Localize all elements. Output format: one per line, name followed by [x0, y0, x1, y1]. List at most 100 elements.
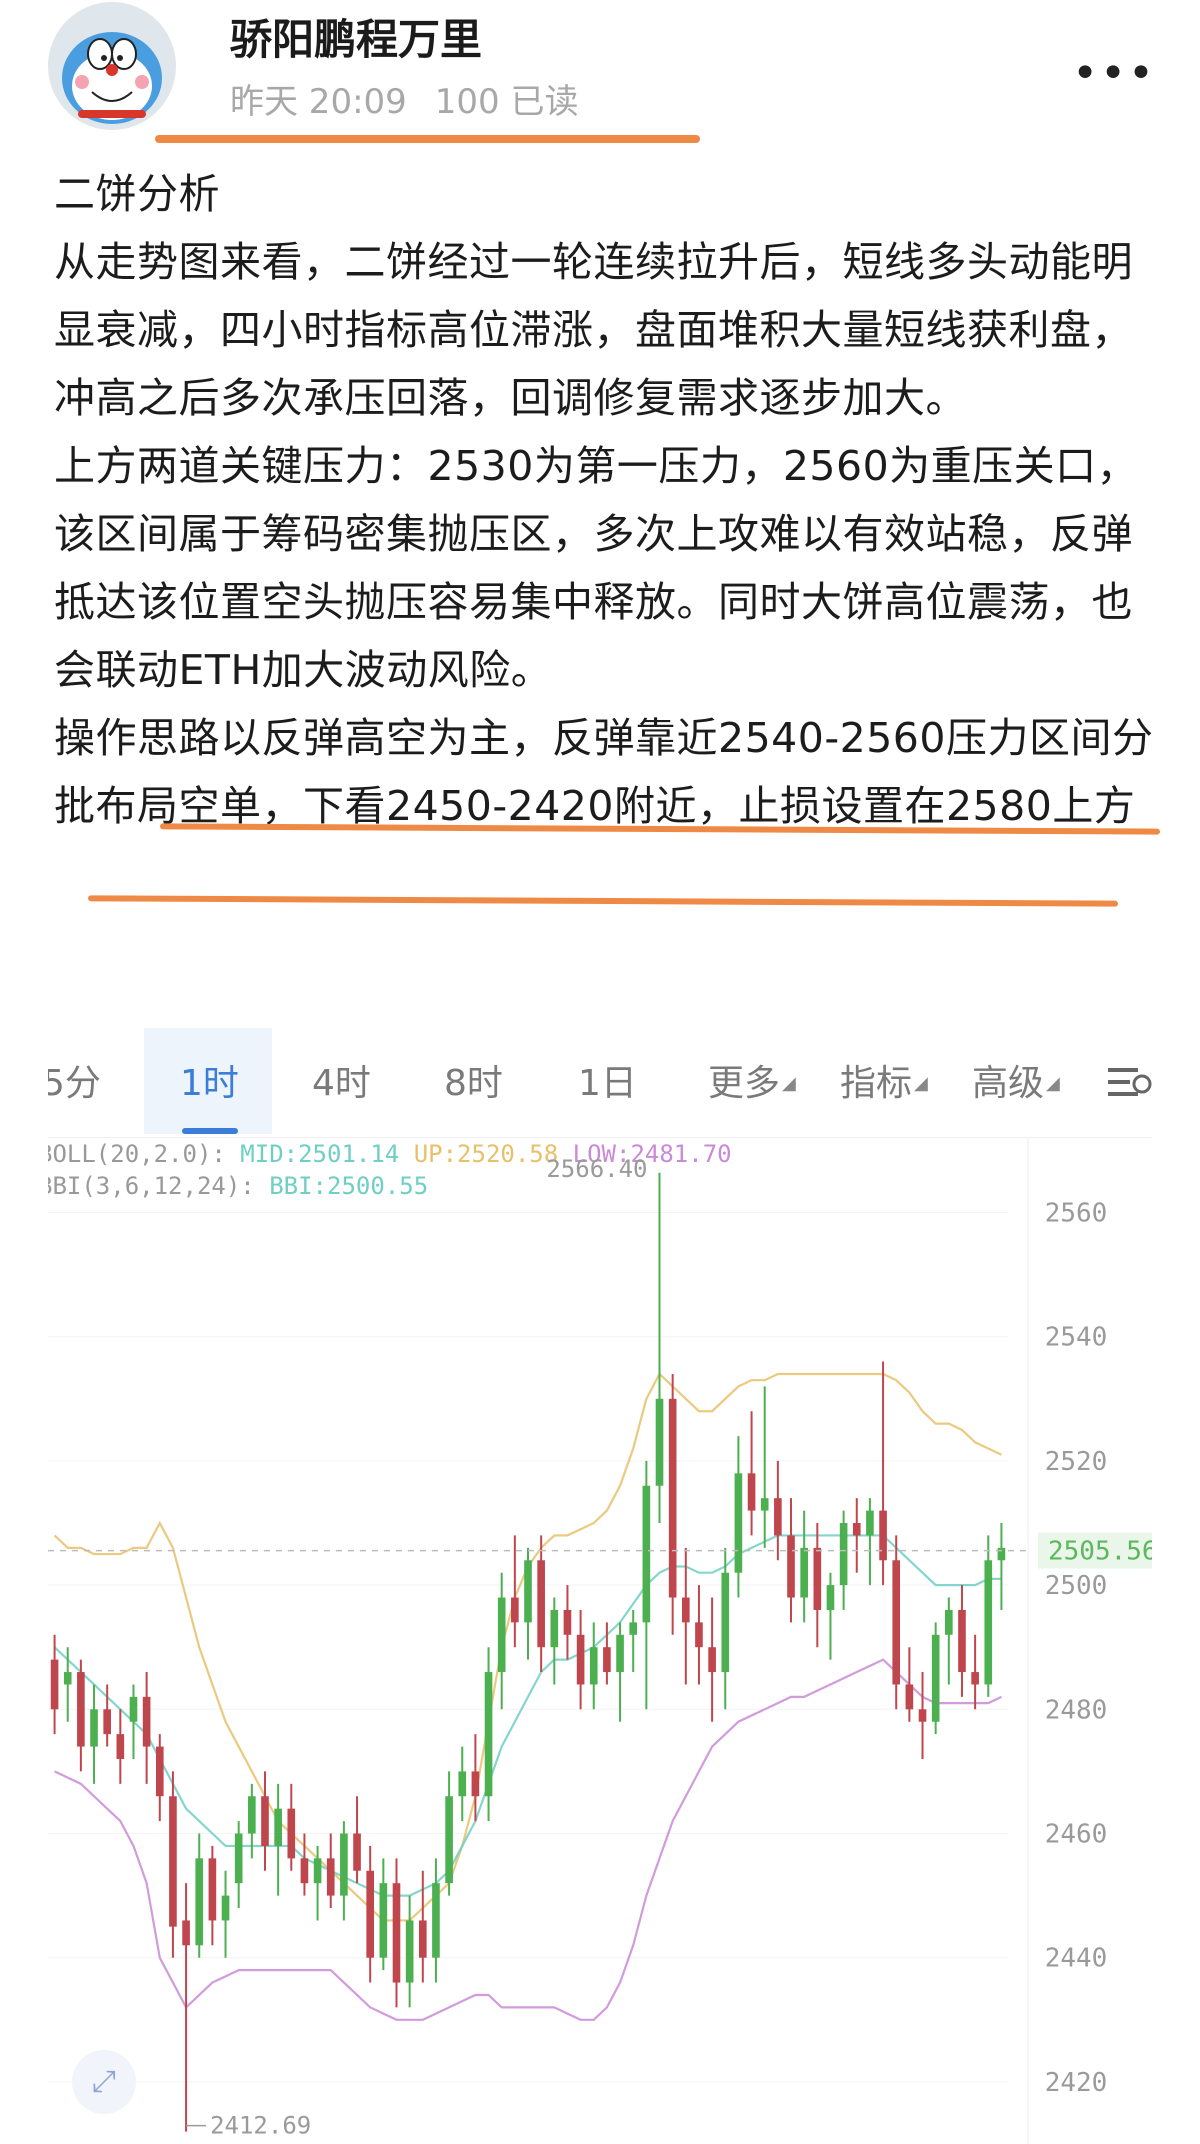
- candle-body: [274, 1808, 282, 1846]
- candle-body: [774, 1498, 782, 1536]
- candle-body: [892, 1560, 901, 1685]
- candle-body: [721, 1572, 730, 1673]
- candle-body: [537, 1560, 545, 1648]
- candlestick-chart[interactable]: 2420 2440 2460 2480 2500 2520 2540 2560 2505.56 2…: [48, 1138, 1152, 2144]
- candle-body: [221, 1895, 230, 1921]
- y-tick-label: 2480: [1045, 1695, 1108, 1725]
- tab-more-label: 更多: [708, 1063, 781, 1104]
- tab-advanced[interactable]: 高级 ◢: [972, 1060, 1060, 1108]
- candle-body: [458, 1771, 467, 1797]
- y-tick-label: 2460: [1045, 1820, 1108, 1850]
- candle-body: [971, 1672, 979, 1685]
- candle-body: [103, 1709, 111, 1735]
- tab-4h[interactable]: 4时: [312, 1060, 371, 1108]
- paragraph: 操作思路以反弹高空为主，反弹靠近2540-2560压力区间分批布局空单，下看24…: [54, 714, 1154, 830]
- active-tab-indicator: [182, 1128, 238, 1134]
- candle-body: [326, 1858, 335, 1896]
- candle-body: [155, 1746, 164, 1797]
- candle-body: [866, 1510, 874, 1536]
- chart-settings-icon[interactable]: [1108, 1060, 1152, 1108]
- kline-chart-card: 5分 1时 4时 8时 1日 更多 ◢ 指标 ◢ 高级 ◢ BOLL(20,2.0):…: [48, 1020, 1152, 2144]
- candle-body: [695, 1622, 703, 1648]
- candle-body: [379, 1883, 388, 1958]
- candle-body: [524, 1560, 532, 1623]
- caret-down-icon: ◢: [1046, 1073, 1060, 1094]
- candle-body: [642, 1485, 651, 1623]
- candle-body: [50, 1659, 59, 1710]
- y-tick-label: 2560: [1045, 1199, 1108, 1229]
- post-body: 二饼分析 从走势图来看，二饼经过一轮连续拉升后，短线多头动能明显衰减，四小时指标…: [54, 160, 1154, 840]
- author-avatar[interactable]: [48, 2, 176, 130]
- timeframe-tabs: 5分 1时 4时 8时 1日 更多 ◢ 指标 ◢ 高级 ◢: [48, 1020, 1152, 1138]
- candle-body: [681, 1597, 690, 1623]
- candle-body: [287, 1808, 296, 1859]
- tab-indicators[interactable]: 指标 ◢: [840, 1060, 928, 1108]
- candle-body: [550, 1609, 559, 1648]
- candle-body: [760, 1498, 769, 1511]
- candle-body: [997, 1547, 1006, 1561]
- candle-body: [747, 1473, 756, 1511]
- candle-body: [300, 1858, 309, 1884]
- candle-body: [405, 1920, 414, 1983]
- author-name[interactable]: 骄阳鹏程万里: [230, 6, 482, 67]
- candle-body: [918, 1709, 927, 1722]
- candle-body: [445, 1796, 453, 1884]
- candle-body: [839, 1523, 848, 1586]
- tab-indicators-label: 指标: [840, 1063, 913, 1104]
- doraemon-avatar-icon: [48, 2, 176, 130]
- caret-down-icon: ◢: [914, 1073, 928, 1094]
- candle-body: [905, 1684, 914, 1710]
- tab-5m[interactable]: 5分: [48, 1060, 101, 1108]
- candle-body: [576, 1634, 585, 1685]
- post-time: 昨天 20:09: [230, 82, 407, 122]
- boll-low-line: [54, 1658, 1002, 2021]
- tab-1d[interactable]: 1日: [578, 1060, 637, 1108]
- candle-body: [129, 1696, 138, 1722]
- candle-body: [116, 1734, 125, 1759]
- candle-body: [563, 1609, 572, 1635]
- candle-body: [340, 1833, 348, 1896]
- candle-body: [708, 1647, 716, 1673]
- candle-body: [603, 1647, 611, 1673]
- more-options-icon[interactable]: •••: [1072, 48, 1156, 99]
- highlight-underline: [87, 895, 1119, 907]
- candle-body: [392, 1883, 401, 1983]
- candle-body: [629, 1622, 638, 1635]
- candle-body: [931, 1634, 940, 1722]
- candle-body: [800, 1547, 808, 1598]
- candle-body: [958, 1609, 966, 1673]
- candle-body: [195, 1858, 204, 1946]
- expand-icon[interactable]: ⤢: [72, 2050, 136, 2114]
- candle-body: [511, 1597, 519, 1623]
- highlight-underline: [155, 135, 700, 143]
- candle-body: [142, 1696, 151, 1747]
- candle-body: [984, 1560, 993, 1685]
- post-title: 二饼分析: [54, 170, 220, 218]
- candle-body: [471, 1771, 480, 1797]
- candle-body: [668, 1398, 677, 1598]
- tab-more[interactable]: 更多 ◢: [708, 1060, 796, 1108]
- y-tick-label: 2520: [1045, 1447, 1108, 1477]
- paragraph: 从走势图来看，二饼经过一轮连续拉升后，短线多头动能明显衰减，四小时指标高位滞涨，…: [54, 238, 1133, 422]
- candle-body: [77, 1672, 85, 1747]
- candle-body: [616, 1634, 624, 1673]
- post-header: 骄阳鹏程万里 昨天 20:09 100 已读 •••: [0, 0, 1200, 150]
- candle-body: [366, 1870, 375, 1958]
- candle-body: [169, 1796, 177, 1927]
- read-count: 100 已读: [434, 82, 579, 122]
- candle-body: [879, 1510, 887, 1561]
- candle-body: [234, 1833, 243, 1884]
- tab-8h[interactable]: 8时: [444, 1060, 503, 1108]
- candle-body: [432, 1883, 440, 1958]
- y-tick-label: 2500: [1045, 1571, 1108, 1601]
- candle-body: [655, 1398, 664, 1486]
- candle-body: [313, 1858, 322, 1884]
- tab-1h[interactable]: 1时: [180, 1060, 239, 1108]
- candle-body: [734, 1473, 743, 1573]
- y-tick-label: 2420: [1045, 2068, 1108, 2098]
- high-price-label: 2566.40: [546, 1155, 647, 1183]
- candle-body: [813, 1547, 822, 1610]
- candle-body: [826, 1585, 835, 1610]
- candle-body: [484, 1672, 493, 1797]
- candle-body: [261, 1796, 269, 1846]
